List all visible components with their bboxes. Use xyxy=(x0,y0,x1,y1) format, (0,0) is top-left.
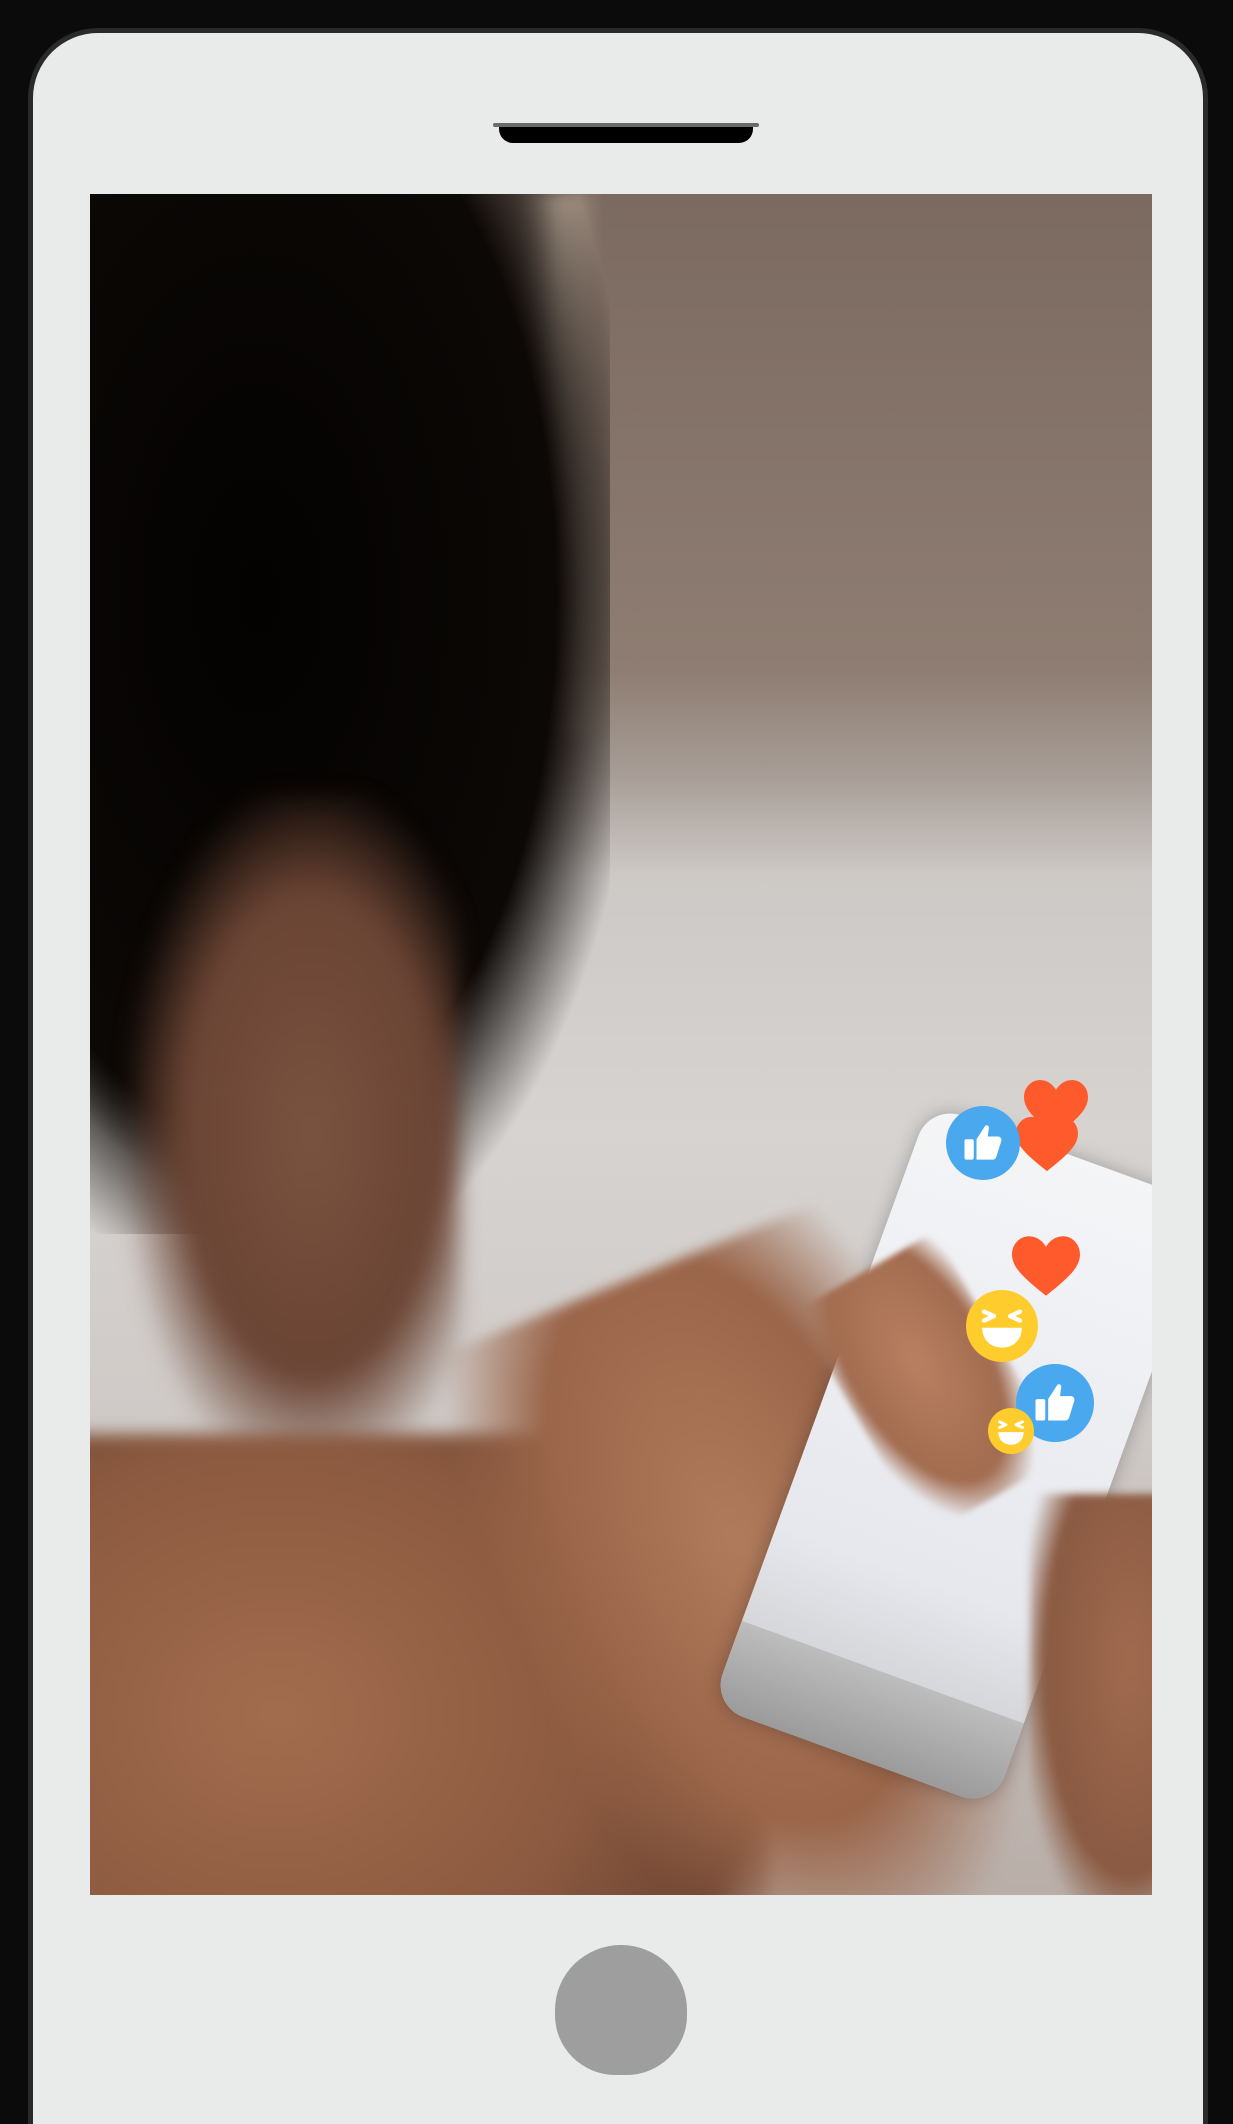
person-right-hand xyxy=(1030,1494,1152,1895)
home-button[interactable] xyxy=(555,1945,687,2075)
stage xyxy=(0,0,1233,2124)
heart-icon xyxy=(1016,1116,1078,1174)
earpiece-speaker xyxy=(493,123,759,143)
phone-screen xyxy=(90,194,1152,1895)
heart-icon xyxy=(1012,1236,1080,1298)
laughing-face-icon xyxy=(966,1290,1038,1362)
person-face xyxy=(130,794,460,1474)
thumbs-up-icon xyxy=(946,1106,1020,1180)
background-photo xyxy=(90,194,1152,1895)
laughing-face-icon xyxy=(988,1408,1034,1454)
